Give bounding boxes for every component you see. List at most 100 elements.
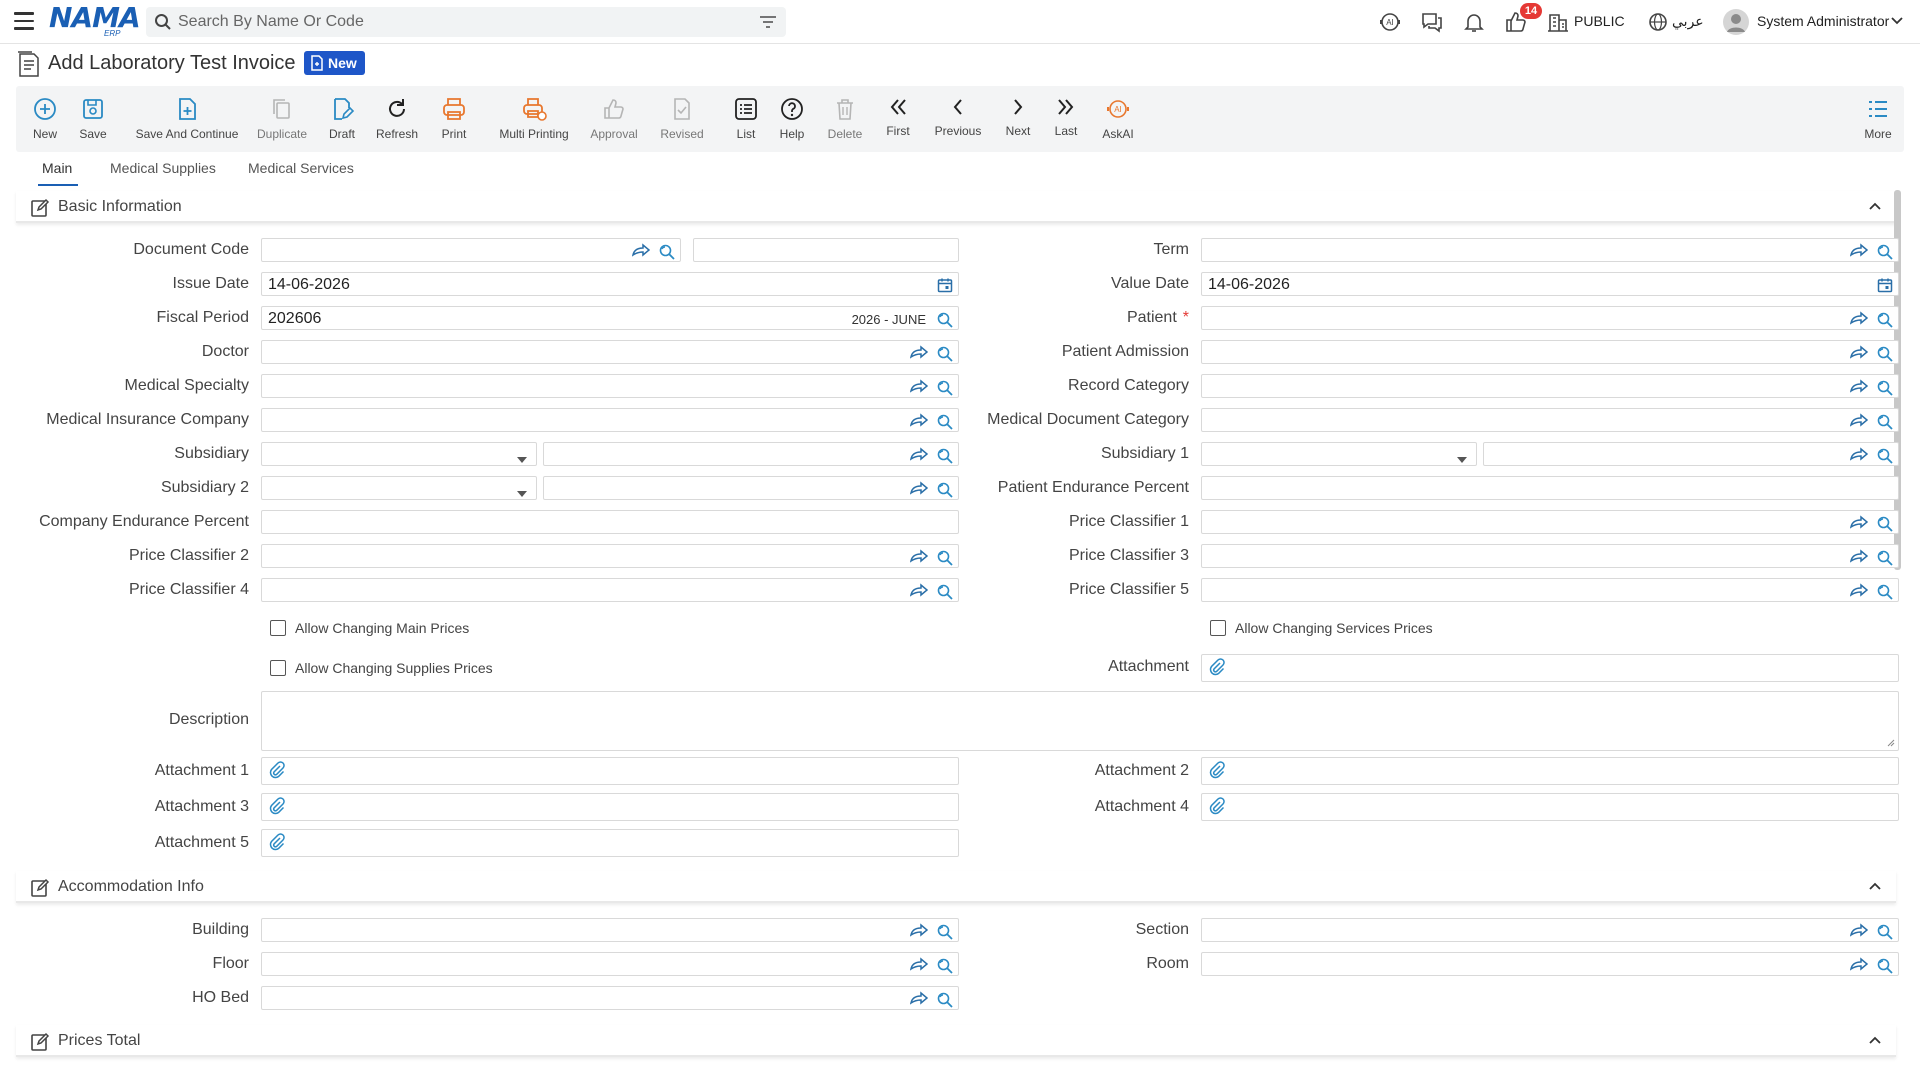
lookup-search-icon[interactable] bbox=[1876, 515, 1894, 536]
save-and-continue-button[interactable]: Save And Continue bbox=[132, 86, 242, 152]
section-field[interactable] bbox=[1201, 918, 1899, 942]
chat-icon[interactable] bbox=[1420, 10, 1444, 34]
lookup-search-icon[interactable] bbox=[936, 413, 954, 434]
lookup-search-icon[interactable] bbox=[936, 447, 954, 468]
open-link-icon[interactable] bbox=[909, 957, 929, 974]
lookup-search-icon[interactable] bbox=[936, 481, 954, 502]
open-link-icon[interactable] bbox=[1849, 583, 1869, 600]
duplicate-button[interactable]: Duplicate bbox=[254, 86, 310, 152]
company-endurance-percent-field[interactable] bbox=[261, 510, 959, 534]
subsidiary-select[interactable] bbox=[261, 442, 537, 466]
open-link-icon[interactable] bbox=[909, 991, 929, 1008]
draft-button[interactable]: Draft bbox=[322, 86, 362, 152]
lookup-search-icon[interactable] bbox=[1876, 583, 1894, 604]
accommodation-info-header[interactable]: Accommodation Info bbox=[16, 871, 1896, 903]
floor-field[interactable] bbox=[261, 952, 959, 976]
bell-icon[interactable] bbox=[1462, 10, 1486, 34]
fiscal-period-field[interactable]: 202606 2026 - JUNE bbox=[261, 306, 959, 330]
user-name[interactable]: System Administrator bbox=[1757, 13, 1889, 29]
list-button[interactable]: List bbox=[726, 86, 766, 152]
issue-date-field[interactable]: 14-06-2026 bbox=[261, 272, 959, 296]
tab-main[interactable]: Main bbox=[42, 160, 72, 176]
description-textarea[interactable] bbox=[261, 691, 1899, 751]
open-link-icon[interactable] bbox=[1849, 515, 1869, 532]
medical-insurance-company-field[interactable] bbox=[261, 408, 959, 432]
filter-icon[interactable] bbox=[759, 15, 777, 29]
lookup-search-icon[interactable] bbox=[936, 549, 954, 570]
new-button[interactable]: New bbox=[26, 86, 64, 152]
document-code-name-field[interactable] bbox=[693, 238, 959, 262]
lookup-search-icon[interactable] bbox=[1876, 345, 1894, 366]
allow-changing-supplies-prices-checkbox[interactable] bbox=[270, 660, 286, 676]
ho-bed-field[interactable] bbox=[261, 986, 959, 1010]
chevron-up-icon[interactable] bbox=[1868, 1034, 1882, 1046]
open-link-icon[interactable] bbox=[909, 447, 929, 464]
lookup-search-icon[interactable] bbox=[936, 379, 954, 400]
record-category-field[interactable] bbox=[1201, 374, 1899, 398]
help-button[interactable]: Help bbox=[772, 86, 812, 152]
medical-specialty-field[interactable] bbox=[261, 374, 959, 398]
delete-button[interactable]: Delete bbox=[822, 86, 868, 152]
subsidiary-2-select[interactable] bbox=[261, 476, 537, 500]
room-field[interactable] bbox=[1201, 952, 1899, 976]
paperclip-icon[interactable] bbox=[268, 761, 286, 782]
lookup-search-icon[interactable] bbox=[936, 311, 954, 332]
calendar-icon[interactable] bbox=[1877, 277, 1893, 296]
ai-assistant-icon[interactable]: AI bbox=[1378, 10, 1402, 34]
askai-button[interactable]: AI AskAI bbox=[1096, 86, 1140, 152]
multi-printing-button[interactable]: Multi Printing bbox=[494, 86, 574, 152]
company-label[interactable]: PUBLIC bbox=[1574, 13, 1625, 29]
price-classifier-5-field[interactable] bbox=[1201, 578, 1899, 602]
term-field[interactable] bbox=[1201, 238, 1899, 262]
allow-changing-main-prices-checkbox[interactable] bbox=[270, 620, 286, 636]
tab-medical-services[interactable]: Medical Services bbox=[248, 160, 354, 176]
open-link-icon[interactable] bbox=[909, 413, 929, 430]
subsidiary-2-field[interactable] bbox=[543, 476, 959, 500]
building-field[interactable] bbox=[261, 918, 959, 942]
approval-button[interactable]: Approval bbox=[586, 86, 642, 152]
globe-icon[interactable] bbox=[1646, 10, 1670, 34]
open-link-icon[interactable] bbox=[909, 481, 929, 498]
open-link-icon[interactable] bbox=[909, 345, 929, 362]
paperclip-icon[interactable] bbox=[1208, 658, 1226, 679]
lookup-search-icon[interactable] bbox=[936, 991, 954, 1012]
basic-information-header[interactable]: Basic Information bbox=[16, 191, 1896, 223]
open-link-icon[interactable] bbox=[1849, 379, 1869, 396]
attachment-5-field[interactable] bbox=[261, 829, 959, 857]
price-classifier-2-field[interactable] bbox=[261, 544, 959, 568]
dropdown-caret-icon[interactable] bbox=[516, 485, 528, 501]
open-link-icon[interactable] bbox=[1849, 311, 1869, 328]
attachment-3-field[interactable] bbox=[261, 793, 959, 821]
lookup-search-icon[interactable] bbox=[1876, 447, 1894, 468]
language-switch[interactable]: عربي bbox=[1672, 13, 1704, 30]
chevron-down-icon[interactable] bbox=[1890, 14, 1904, 28]
revised-button[interactable]: Revised bbox=[654, 86, 710, 152]
attachment-2-field[interactable] bbox=[1201, 757, 1899, 785]
refresh-button[interactable]: Refresh bbox=[372, 86, 422, 152]
next-button[interactable]: Next bbox=[998, 86, 1038, 152]
save-button[interactable]: Save bbox=[74, 86, 112, 152]
open-link-icon[interactable] bbox=[1849, 549, 1869, 566]
subsidiary-1-field[interactable] bbox=[1483, 442, 1899, 466]
paperclip-icon[interactable] bbox=[268, 833, 286, 854]
lookup-search-icon[interactable] bbox=[936, 583, 954, 604]
avatar[interactable] bbox=[1722, 8, 1750, 36]
lookup-search-icon[interactable] bbox=[936, 957, 954, 978]
price-classifier-3-field[interactable] bbox=[1201, 544, 1899, 568]
patient-admission-field[interactable] bbox=[1201, 340, 1899, 364]
patient-field[interactable] bbox=[1201, 306, 1899, 330]
open-link-icon[interactable] bbox=[631, 243, 651, 260]
value-date-field[interactable]: 14-06-2026 bbox=[1201, 272, 1899, 296]
paperclip-icon[interactable] bbox=[268, 797, 286, 818]
open-link-icon[interactable] bbox=[1849, 447, 1869, 464]
doctor-field[interactable] bbox=[261, 340, 959, 364]
open-link-icon[interactable] bbox=[1849, 923, 1869, 940]
open-link-icon[interactable] bbox=[909, 583, 929, 600]
paperclip-icon[interactable] bbox=[1208, 761, 1226, 782]
calendar-icon[interactable] bbox=[937, 277, 953, 296]
attachment-4-field[interactable] bbox=[1201, 793, 1899, 821]
lookup-search-icon[interactable] bbox=[1876, 311, 1894, 332]
price-classifier-4-field[interactable] bbox=[261, 578, 959, 602]
open-link-icon[interactable] bbox=[1849, 957, 1869, 974]
lookup-search-icon[interactable] bbox=[936, 923, 954, 944]
